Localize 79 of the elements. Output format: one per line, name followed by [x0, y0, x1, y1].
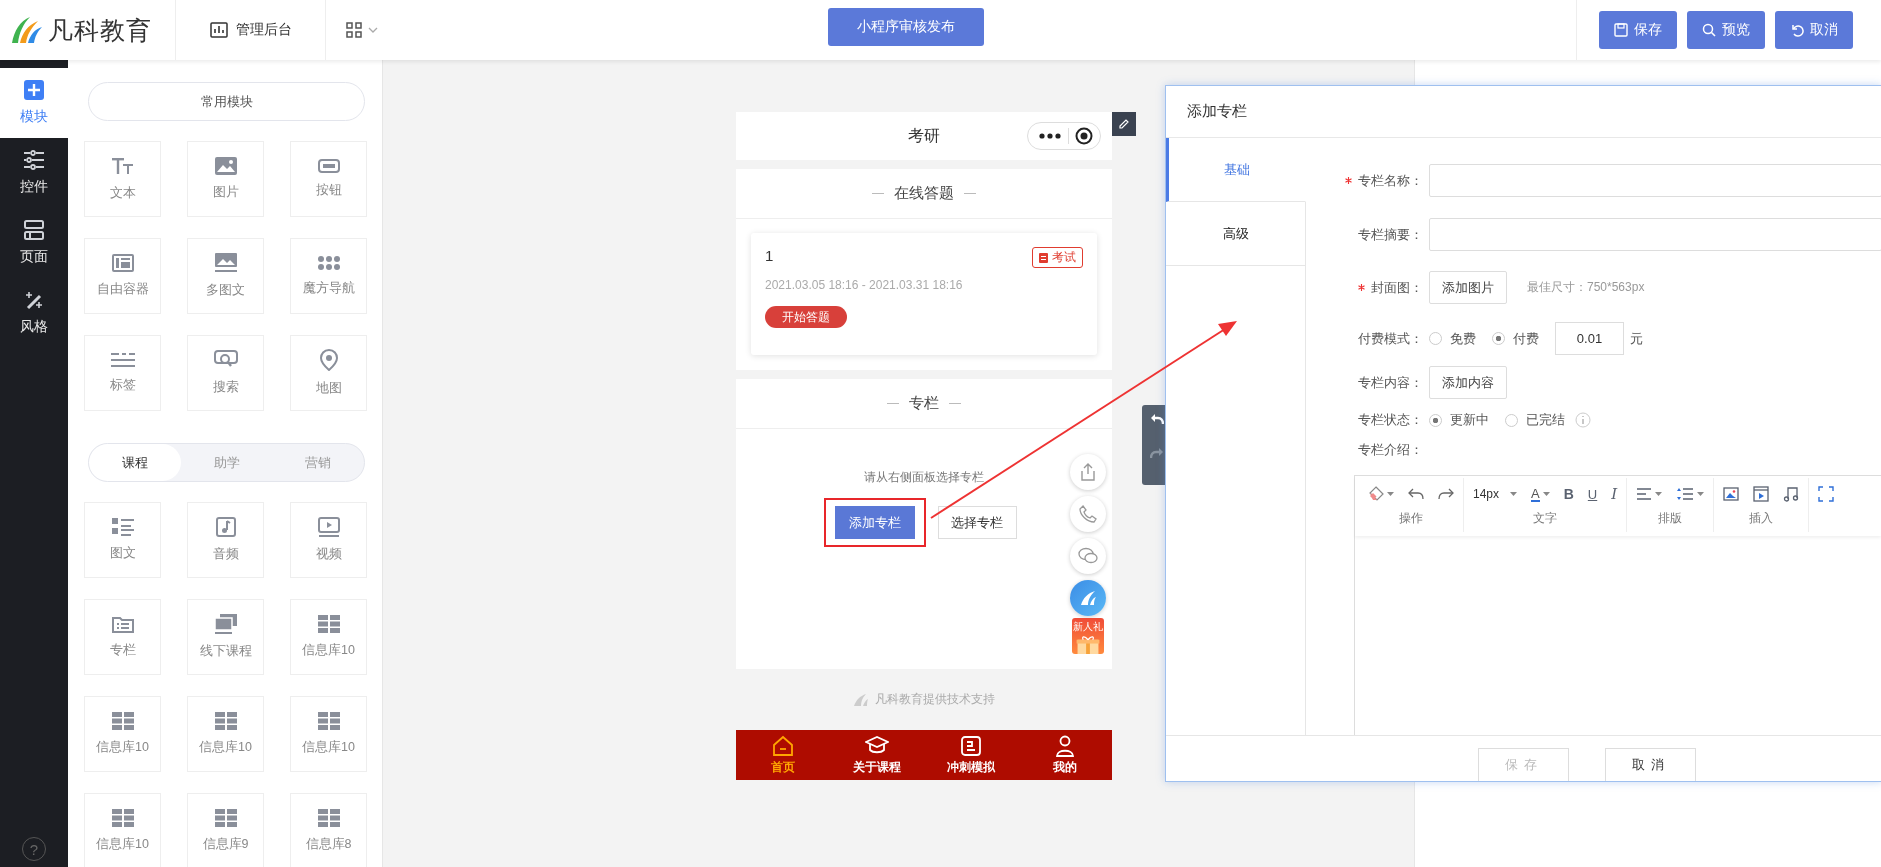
brand-name: 凡科教育 — [48, 14, 152, 46]
group-label: 文字 — [1533, 510, 1558, 527]
module-tile[interactable]: 搜索 — [187, 335, 264, 411]
field-label: 专栏名称： — [1358, 171, 1423, 190]
save-button[interactable]: 保存 — [1599, 11, 1677, 49]
rich-text-editor[interactable]: 操作 14px A B U I 文字 排版 插入 — [1354, 475, 1881, 735]
dialog-tab[interactable]: 基础 — [1166, 138, 1306, 202]
nav-item[interactable]: 模块 — [0, 68, 68, 138]
add-content-button[interactable]: 添加内容 — [1429, 366, 1507, 399]
tab-bar-item[interactable]: 冲刺模拟 — [924, 730, 1018, 780]
add-image-button[interactable]: 添加图片 — [1429, 271, 1507, 304]
add-column-button[interactable]: 添加专栏 — [834, 506, 915, 539]
radio-option[interactable]: 付费 — [1492, 329, 1539, 348]
module-tile[interactable]: 图片 — [187, 141, 264, 217]
font-size-tool[interactable]: 14px — [1468, 487, 1523, 501]
module-tile[interactable]: 信息库10 — [290, 696, 367, 772]
field-label: 专栏内容： — [1358, 373, 1423, 392]
module-tile[interactable]: 地图 — [290, 335, 367, 411]
quiz-period: 2021.03.05 18:16 - 2021.03.31 18:16 — [765, 278, 964, 292]
module-tile[interactable]: 信息库10 — [290, 599, 367, 675]
publish-button[interactable]: 小程序审核发布 — [828, 8, 984, 46]
module-tile[interactable]: 标签 — [84, 335, 161, 411]
nav-item[interactable]: 页面 — [0, 208, 68, 278]
quiz-number: 1 — [765, 247, 774, 264]
dialog-tab[interactable]: 高级 — [1166, 202, 1306, 266]
module-tile[interactable]: 信息库10 — [84, 793, 161, 867]
bold-tool[interactable]: B — [1558, 486, 1579, 502]
size-hint: 最佳尺寸：750*563px — [1527, 279, 1645, 296]
select-column-button[interactable]: 选择专栏 — [937, 506, 1017, 539]
module-tile[interactable]: 按钮 — [290, 141, 367, 217]
module-tile[interactable]: 文本 — [84, 141, 161, 217]
field-label: 专栏介绍： — [1358, 441, 1423, 459]
price-field[interactable]: 0.01 — [1555, 322, 1624, 355]
tab-bar-item[interactable]: 关于课程 — [830, 730, 924, 780]
tab-bar-item[interactable]: 我的 — [1018, 730, 1112, 780]
field-label: 付费模式： — [1358, 329, 1423, 348]
module-tile[interactable]: 信息库10 — [187, 696, 264, 772]
group-label: 操作 — [1399, 510, 1423, 527]
nav-item[interactable]: 风格 — [0, 278, 68, 348]
cancel-button[interactable]: 取消 — [1775, 11, 1853, 49]
module-tile[interactable]: 视频 — [290, 502, 367, 578]
cancel-button[interactable]: 取消 — [1605, 748, 1696, 781]
module-tile[interactable]: 图文 — [84, 502, 161, 578]
module-tile[interactable]: 信息库8 — [290, 793, 367, 867]
module-tile[interactable]: 专栏 — [84, 599, 161, 675]
module-tile[interactable]: 魔方导航 — [290, 238, 367, 314]
italic-tool[interactable]: I — [1606, 485, 1623, 503]
segment-tab[interactable]: 助学 — [180, 444, 273, 481]
dialog-title: 添加专栏 — [1166, 86, 1881, 138]
gift-badge[interactable]: 新人礼 — [1072, 618, 1104, 654]
section-title: 专栏 — [909, 394, 939, 413]
tab-bar-item[interactable]: 首页 — [736, 730, 830, 780]
segment-tab[interactable]: 课程 — [89, 444, 181, 481]
exam-badge: 考试 — [1032, 247, 1083, 268]
font-color-tool[interactable]: A — [1526, 486, 1555, 502]
group-label: 插入 — [1749, 510, 1774, 527]
module-tile[interactable]: 音频 — [187, 502, 264, 578]
module-tile[interactable]: 多图文 — [187, 238, 264, 314]
group-label: 排版 — [1658, 510, 1683, 527]
unit-label: 元 — [1630, 329, 1643, 348]
radio-option[interactable]: 免费 — [1429, 329, 1476, 348]
module-tile[interactable]: 线下课程 — [187, 599, 264, 675]
section-title: 在线答题 — [894, 184, 954, 203]
radio-option[interactable]: 已完结 — [1505, 411, 1565, 429]
radio-option[interactable]: 更新中 — [1429, 411, 1489, 429]
preview-button[interactable]: 预览 — [1687, 11, 1765, 49]
field-label: 封面图： — [1371, 278, 1423, 297]
field-label: 专栏状态： — [1358, 411, 1423, 429]
hint-text: 请从右侧面板选择专栏 — [864, 469, 984, 486]
module-tile[interactable]: 信息库10 — [84, 696, 161, 772]
page-title: 考研 — [908, 125, 940, 146]
nav-item[interactable]: 控件 — [0, 138, 68, 208]
field-label: 专栏摘要： — [1358, 225, 1423, 244]
module-tile[interactable]: 自由容器 — [84, 238, 161, 314]
module-tile[interactable]: 信息库9 — [187, 793, 264, 867]
footer-text: 凡科教育提供技术支持 — [875, 691, 995, 708]
segment-tab[interactable]: 营销 — [272, 444, 364, 481]
start-button[interactable]: 开始答题 — [765, 306, 847, 328]
underline-tool[interactable]: U — [1582, 486, 1603, 502]
